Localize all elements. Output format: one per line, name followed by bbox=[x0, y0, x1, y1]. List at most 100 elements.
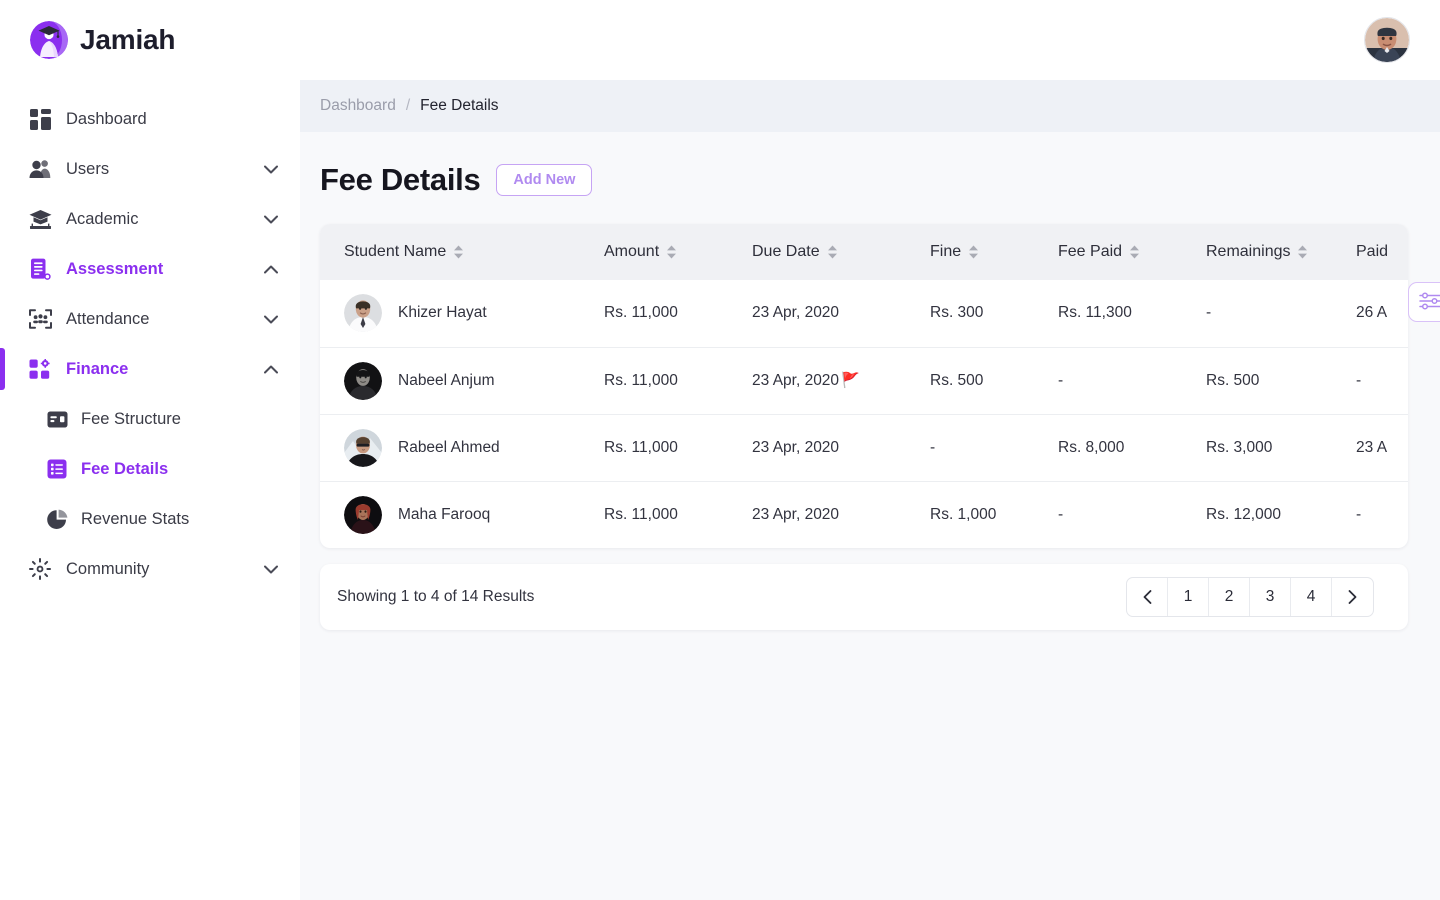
dashboard-grid-icon bbox=[28, 107, 52, 131]
cell-fine: - bbox=[906, 414, 1034, 482]
chevron-up-icon[interactable] bbox=[264, 262, 278, 276]
chevron-right-icon[interactable] bbox=[1332, 578, 1373, 616]
chevron-up-icon[interactable] bbox=[264, 362, 278, 376]
column-label: Student Name bbox=[344, 243, 447, 260]
page-button-4[interactable]: 4 bbox=[1291, 578, 1332, 616]
sidebar-divider bbox=[300, 0, 301, 900]
sidebar-item-fee-structure[interactable]: Fee Structure bbox=[0, 394, 300, 444]
brand-logo[interactable]: Jamiah bbox=[0, 0, 300, 80]
cell-fee-paid: Rs. 8,000 bbox=[1034, 414, 1182, 482]
chevron-left-icon[interactable] bbox=[1127, 578, 1168, 616]
cell-student-name: Khizer Hayat bbox=[320, 280, 580, 348]
filter-sliders-icon bbox=[1419, 291, 1440, 313]
chevron-down-icon[interactable] bbox=[264, 212, 278, 226]
table-header-row: Student Name Amount Due Date Fine Fee Pa… bbox=[320, 224, 1408, 280]
column-label: Fine bbox=[930, 243, 962, 260]
content-area: Fee Details Add New Student Name Amount … bbox=[300, 132, 1440, 900]
filter-button[interactable] bbox=[1408, 282, 1440, 322]
column-label: Due Date bbox=[752, 243, 820, 260]
table-head: Student Name Amount Due Date Fine Fee Pa… bbox=[320, 224, 1408, 280]
column-header-fine[interactable]: Fine bbox=[906, 224, 1034, 280]
cell-amount: Rs. 11,000 bbox=[580, 347, 728, 415]
sidebar-item-label: Users bbox=[66, 159, 110, 178]
sidebar-item-revenue-stats[interactable]: Revenue Stats bbox=[0, 494, 300, 544]
fee-details-table-card: Student Name Amount Due Date Fine Fee Pa… bbox=[320, 224, 1408, 548]
sort-icon[interactable] bbox=[453, 245, 464, 259]
assessment-document-icon bbox=[28, 257, 52, 281]
column-header-amount[interactable]: Amount bbox=[580, 224, 728, 280]
sidebar-item-label: Finance bbox=[66, 359, 129, 378]
sidebar-item-users[interactable]: Users bbox=[0, 144, 300, 194]
due-date-text: 23 Apr, 2020 bbox=[752, 438, 840, 456]
chevron-down-icon[interactable] bbox=[264, 162, 278, 176]
student-avatar bbox=[344, 361, 382, 400]
table-body: Khizer Hayat Rs. 11,000 23 Apr, 2020 Rs.… bbox=[320, 280, 1408, 548]
cell-due-date: 23 Apr, 2020 bbox=[728, 481, 906, 548]
column-header-due-date[interactable]: Due Date bbox=[728, 224, 906, 280]
student-avatar bbox=[344, 428, 382, 467]
cell-fine: Rs. 300 bbox=[906, 280, 1034, 348]
column-label: Remainings bbox=[1206, 243, 1291, 260]
student-name-text: Maha Farooq bbox=[398, 505, 491, 523]
results-summary: Showing 1 to 4 of 14 Results bbox=[337, 588, 535, 605]
top-bar bbox=[300, 0, 1440, 80]
breadcrumb: Dashboard / Fee Details bbox=[300, 80, 1440, 132]
app-root: Jamiah Dashboard Users Academic Assessme… bbox=[0, 0, 1440, 900]
chevron-down-icon[interactable] bbox=[264, 562, 278, 576]
user-avatar[interactable] bbox=[1364, 17, 1410, 63]
column-header-remainings[interactable]: Remainings bbox=[1182, 224, 1332, 280]
graduation-cap-icon bbox=[28, 207, 52, 231]
sort-icon[interactable] bbox=[827, 245, 838, 259]
sort-icon[interactable] bbox=[666, 245, 677, 259]
brand-name: Jamiah bbox=[80, 24, 176, 55]
add-new-button[interactable]: Add New bbox=[496, 163, 593, 197]
sort-icon[interactable] bbox=[968, 245, 979, 259]
table-row[interactable]: Khizer Hayat Rs. 11,000 23 Apr, 2020 Rs.… bbox=[320, 280, 1408, 348]
community-network-icon bbox=[28, 557, 52, 581]
sidebar-item-finance[interactable]: Finance bbox=[0, 344, 300, 394]
sort-icon[interactable] bbox=[1129, 245, 1140, 259]
page-title: Fee Details bbox=[320, 162, 481, 197]
users-icon bbox=[28, 157, 52, 181]
student-name-text: Nabeel Anjum bbox=[398, 371, 495, 389]
page-button-1[interactable]: 1 bbox=[1168, 578, 1209, 616]
cell-amount: Rs. 11,000 bbox=[604, 505, 678, 523]
table-row[interactable]: Maha Farooq Rs. 11,000 23 Apr, 2020 Rs. … bbox=[320, 481, 1408, 548]
chevron-down-icon[interactable] bbox=[264, 312, 278, 326]
page-button-2[interactable]: 2 bbox=[1209, 578, 1250, 616]
sidebar-item-community[interactable]: Community bbox=[0, 544, 300, 594]
cell-student-name: Rabeel Ahmed bbox=[320, 414, 580, 482]
table-row[interactable]: Nabeel Anjum Rs. 11,000 23 Apr, 2020 🚩 R… bbox=[320, 347, 1408, 415]
sidebar-item-dashboard[interactable]: Dashboard bbox=[0, 94, 300, 144]
sidebar-item-assessment[interactable]: Assessment bbox=[0, 244, 300, 294]
cell-remainings: Rs. 12,000 bbox=[1206, 505, 1281, 523]
cell-paid-date: - bbox=[1356, 505, 1362, 523]
student-name-text: Khizer Hayat bbox=[398, 304, 487, 322]
due-date-text: 23 Apr, 2020 bbox=[752, 304, 840, 322]
column-header-student-name[interactable]: Student Name bbox=[320, 224, 580, 280]
sidebar-item-attendance[interactable]: Attendance bbox=[0, 294, 300, 344]
cell-amount: Rs. 11,000 bbox=[580, 280, 728, 348]
page-header: Fee Details Add New bbox=[320, 162, 1440, 198]
column-label: Paid bbox=[1356, 243, 1389, 260]
sidebar-item-fee-details[interactable]: Fee Details bbox=[0, 444, 300, 494]
column-header-fee-paid[interactable]: Fee Paid bbox=[1034, 224, 1182, 280]
cell-fine: Rs. 1,000 bbox=[930, 505, 997, 523]
sidebar-item-academic[interactable]: Academic bbox=[0, 194, 300, 244]
cell-due-date: 23 Apr, 2020 bbox=[728, 280, 906, 348]
cell-paid-date: 23 A bbox=[1332, 414, 1408, 482]
cell-fee-paid: - bbox=[1058, 505, 1064, 523]
fee-structure-card-icon bbox=[46, 408, 68, 430]
sidebar-item-label: Dashboard bbox=[66, 109, 147, 128]
column-header-paid[interactable]: Paid bbox=[1332, 224, 1408, 280]
column-label: Fee Paid bbox=[1058, 243, 1123, 260]
page-button-3[interactable]: 3 bbox=[1250, 578, 1291, 616]
overdue-flag-icon: 🚩 bbox=[841, 372, 860, 389]
table-row[interactable]: Rabeel Ahmed Rs. 11,000 23 Apr, 2020 - R… bbox=[320, 414, 1408, 482]
student-avatar bbox=[344, 495, 382, 534]
cell-due-date: 23 Apr, 2020 🚩 bbox=[728, 347, 906, 415]
breadcrumb-parent[interactable]: Dashboard bbox=[320, 97, 396, 115]
sort-icon[interactable] bbox=[1297, 245, 1308, 259]
cell-paid-date: - bbox=[1332, 347, 1408, 415]
cell-fine: Rs. 500 bbox=[906, 347, 1034, 415]
